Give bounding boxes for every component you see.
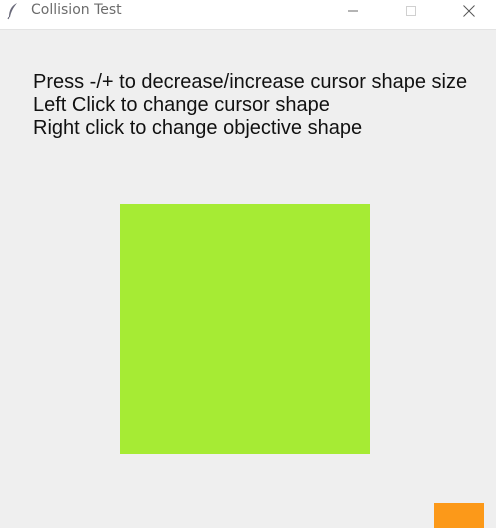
- feather-icon: [6, 2, 20, 20]
- window-title: Collision Test: [31, 2, 122, 18]
- instructions-text: Press -/+ to decrease/increase cursor sh…: [33, 71, 467, 140]
- minimize-button[interactable]: [330, 0, 376, 22]
- app-window: Collision Test Press -/+ to decrease/inc…: [0, 0, 496, 528]
- objective-shape[interactable]: [120, 204, 370, 454]
- close-button[interactable]: [446, 0, 492, 22]
- cursor-shape[interactable]: [434, 503, 484, 528]
- title-bar[interactable]: Collision Test: [0, 0, 496, 30]
- canvas-area[interactable]: Press -/+ to decrease/increase cursor sh…: [0, 30, 496, 528]
- instruction-right-click: Right click to change objective shape: [33, 117, 363, 139]
- maximize-button[interactable]: [388, 0, 434, 22]
- maximize-icon: [405, 5, 417, 17]
- minimize-icon: [347, 5, 359, 17]
- close-icon: [462, 4, 476, 18]
- instruction-size: Press -/+ to decrease/increase cursor sh…: [33, 71, 468, 93]
- instruction-left-click: Left Click to change cursor shape: [33, 94, 330, 116]
